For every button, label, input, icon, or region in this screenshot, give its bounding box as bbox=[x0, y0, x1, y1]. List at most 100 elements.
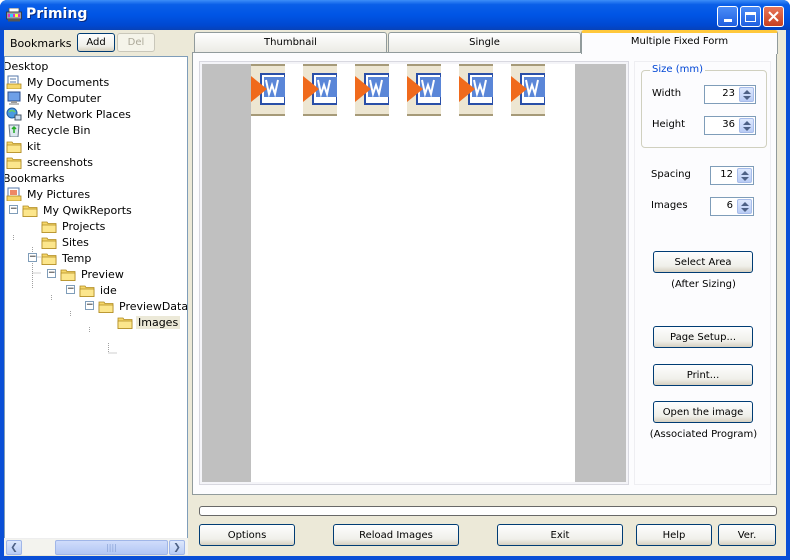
tree-item-screenshots[interactable]: screenshots bbox=[6, 154, 95, 170]
tree-item-label: Preview bbox=[81, 267, 124, 281]
images-value: 6 bbox=[726, 200, 733, 211]
tree-item-desktop[interactable]: Desktop bbox=[4, 58, 50, 74]
open-image-button[interactable]: Open the image bbox=[653, 401, 753, 423]
tree-item-sites[interactable]: Sites bbox=[41, 234, 91, 250]
reload-images-button[interactable]: Reload Images bbox=[333, 524, 459, 546]
images-spinner[interactable]: 6 bbox=[710, 197, 754, 216]
version-button[interactable]: Ver. bbox=[718, 524, 776, 546]
tree-item-kit[interactable]: kit bbox=[6, 138, 43, 154]
tree-item-preview[interactable]: Preview bbox=[60, 266, 126, 282]
spacing-label: Spacing bbox=[651, 169, 691, 180]
select-area-button[interactable]: Select Area bbox=[653, 251, 753, 273]
width-value: 23 bbox=[722, 88, 735, 99]
tree-item-my-documents[interactable]: My Documents bbox=[6, 74, 111, 90]
scroll-thumb[interactable]: |||| bbox=[55, 540, 168, 555]
images-spin-arrows[interactable] bbox=[737, 199, 752, 214]
tree-item-label: Sites bbox=[62, 235, 89, 249]
tree-item-label: My Documents bbox=[27, 75, 110, 89]
add-bookmark-button[interactable]: Add bbox=[77, 33, 115, 52]
collapse-toggle-icon[interactable]: − bbox=[28, 253, 37, 262]
folder-icon bbox=[60, 267, 76, 281]
scroll-left-button[interactable]: ❮ bbox=[6, 540, 22, 555]
delete-bookmark-button[interactable]: Del bbox=[117, 33, 155, 52]
tree-item-projects[interactable]: Projects bbox=[41, 218, 107, 234]
tab-multiple-fixed-form[interactable]: Multiple Fixed Form bbox=[581, 30, 778, 54]
folder-icon bbox=[98, 299, 114, 313]
size-group-title: Size (mm) bbox=[650, 64, 705, 75]
width-spin-arrows[interactable] bbox=[739, 87, 754, 102]
folder-icon bbox=[117, 315, 133, 329]
tree-item-label: Recycle Bin bbox=[27, 123, 91, 137]
tab-single[interactable]: Single bbox=[388, 32, 581, 52]
bookmarks-label: Bookmarks bbox=[10, 37, 72, 50]
tree-horizontal-scrollbar[interactable]: ❮ |||| ❯ bbox=[4, 538, 188, 555]
tree-item-label: Desktop bbox=[4, 59, 49, 73]
grip-icon: |||| bbox=[106, 543, 117, 552]
tree-item-images[interactable]: Images bbox=[117, 314, 181, 330]
width-label: Width bbox=[652, 88, 682, 99]
tree-item-temp[interactable]: Temp bbox=[41, 250, 93, 266]
tree-item-label: kit bbox=[27, 139, 41, 153]
folder-tree[interactable]: Desktop My Documents My Computer My Network… bbox=[4, 56, 188, 540]
tree-item-recycle-bin[interactable]: Recycle Bin bbox=[6, 122, 92, 138]
collapse-toggle-icon[interactable]: − bbox=[9, 205, 18, 214]
tree-item-my-pictures[interactable]: My Pictures bbox=[6, 186, 92, 202]
word-document-icon bbox=[511, 64, 545, 116]
spin-up-icon bbox=[743, 90, 751, 94]
height-spin-arrows[interactable] bbox=[739, 118, 754, 133]
preview-frame bbox=[199, 61, 629, 485]
spacing-spin-arrows[interactable] bbox=[737, 168, 752, 183]
spin-down-icon bbox=[741, 177, 749, 181]
folder-icon bbox=[41, 219, 57, 233]
collapse-toggle-icon[interactable]: − bbox=[85, 301, 94, 310]
client-area: Bookmarks Add Del Desktop My Documents My … bbox=[4, 30, 786, 556]
word-document-icon bbox=[407, 64, 441, 116]
spin-down-icon bbox=[741, 208, 749, 212]
tree-item-my-network-places[interactable]: My Network Places bbox=[6, 106, 133, 122]
size-groupbox: Size (mm) Width 23 Height 36 bbox=[641, 64, 767, 148]
minimize-button[interactable] bbox=[717, 6, 738, 27]
tree-item-my-qwikreports[interactable]: My QwikReports bbox=[22, 202, 134, 218]
collapse-toggle-icon[interactable]: − bbox=[66, 285, 75, 294]
help-button[interactable]: Help bbox=[636, 524, 712, 546]
window-title: Priming bbox=[26, 6, 88, 22]
tree-item-ide[interactable]: ide bbox=[79, 282, 119, 298]
folder-icon bbox=[41, 235, 57, 249]
spacing-spinner[interactable]: 12 bbox=[710, 166, 754, 185]
chevron-right-icon: ❯ bbox=[173, 542, 181, 553]
network-icon bbox=[6, 107, 22, 121]
page-setup-button[interactable]: Page Setup... bbox=[653, 326, 753, 348]
exit-button[interactable]: Exit bbox=[497, 524, 623, 546]
tab-thumbnail[interactable]: Thumbnail bbox=[194, 32, 387, 52]
tree-item-bookmarks[interactable]: Bookmarks bbox=[4, 170, 66, 186]
progress-bar bbox=[199, 506, 777, 516]
open-image-note: (Associated Program) bbox=[649, 429, 758, 440]
maximize-button[interactable] bbox=[740, 6, 761, 27]
close-button[interactable] bbox=[763, 6, 784, 27]
print-preview-area[interactable] bbox=[202, 64, 626, 482]
height-spinner[interactable]: 36 bbox=[704, 116, 756, 135]
options-button[interactable]: Options bbox=[199, 524, 295, 546]
width-spinner[interactable]: 23 bbox=[704, 85, 756, 104]
tree-item-label: screenshots bbox=[27, 155, 94, 169]
documents-icon bbox=[6, 75, 22, 90]
tree-item-previewdata[interactable]: PreviewData bbox=[98, 298, 187, 314]
maximize-icon bbox=[745, 11, 756, 22]
computer-icon bbox=[6, 91, 22, 105]
tree-item-my-computer[interactable]: My Computer bbox=[6, 90, 103, 106]
recycle-bin-icon bbox=[6, 123, 22, 138]
height-value: 36 bbox=[722, 119, 735, 130]
close-icon bbox=[768, 11, 779, 22]
select-area-note: (After Sizing) bbox=[671, 279, 736, 290]
print-button[interactable]: Print... bbox=[653, 364, 753, 386]
tree-item-label: Projects bbox=[62, 219, 106, 233]
scroll-right-button[interactable]: ❯ bbox=[169, 540, 185, 555]
folder-icon bbox=[6, 139, 22, 153]
height-label: Height bbox=[652, 119, 686, 130]
title-bar[interactable]: Priming bbox=[0, 0, 790, 30]
collapse-toggle-icon[interactable]: − bbox=[47, 269, 56, 278]
word-document-icon bbox=[251, 64, 285, 116]
tree-item-label: Bookmarks bbox=[4, 171, 65, 185]
spin-up-icon bbox=[741, 202, 749, 206]
minimize-icon bbox=[723, 19, 732, 22]
